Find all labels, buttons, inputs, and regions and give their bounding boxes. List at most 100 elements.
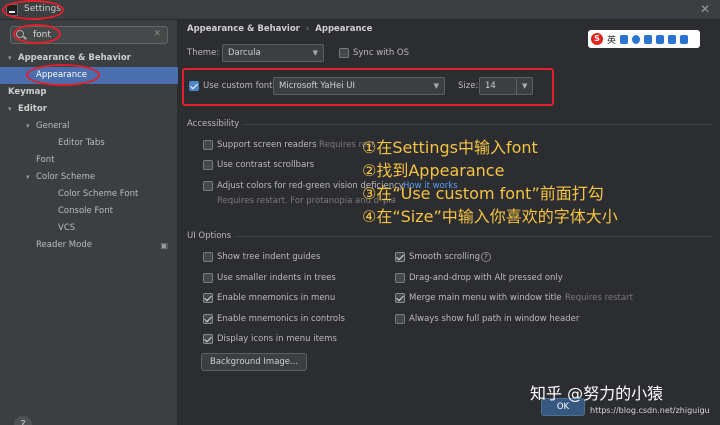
theme-select-value: Darcula [228, 48, 261, 58]
background-image-button[interactable]: Background Image... [201, 353, 308, 371]
ui-option-checkbox[interactable] [203, 272, 213, 283]
sidebar-item-label: Appearance & Behavior [18, 53, 131, 63]
screen-readers-label: Support screen readers [217, 140, 317, 150]
sidebar-item[interactable]: Font [0, 152, 178, 169]
chevron-down-icon: ▼ [312, 49, 318, 57]
divider [235, 236, 713, 237]
size-select[interactable]: 14 ▼ [479, 77, 533, 95]
sidebar-item-label: Reader Mode [36, 240, 92, 250]
ime-menu-icon[interactable] [680, 34, 689, 44]
size-select-value: 14 [485, 81, 496, 91]
size-label: Size: [458, 81, 479, 91]
sidebar-item[interactable]: Appearance [0, 67, 178, 84]
ime-emoji-icon[interactable] [632, 34, 641, 44]
sidebar-item-label: Editor Tabs [58, 138, 105, 148]
title-bar: Settings ✕ [0, 0, 720, 20]
ui-option-label: Enable mnemonics in controls [217, 313, 345, 324]
annotation-step: ③在“Use custom font”前面打勾 [362, 184, 604, 203]
ime-logo: S [591, 33, 603, 45]
theme-select[interactable]: Darcula ▼ [222, 44, 324, 62]
ui-option-label: Enable mnemonics in menu [217, 293, 336, 303]
sidebar-item[interactable]: ▾ Editor [0, 101, 178, 118]
ui-option-checkbox[interactable] [203, 313, 213, 324]
sync-os-label: Sync with OS [353, 48, 410, 58]
sidebar-item[interactable]: Console Font [0, 203, 178, 220]
ime-mode[interactable]: 英 [607, 33, 616, 46]
ime-toolbar: S 英 [588, 30, 700, 48]
close-icon[interactable]: ✕ [700, 2, 710, 16]
sidebar-item-label: Appearance [36, 70, 88, 80]
breadcrumb: Appearance & Behavior › Appearance [187, 24, 372, 34]
chevron-down-icon[interactable]: ▾ [26, 118, 36, 135]
ui-option-label: Display icons in menu items [217, 334, 337, 344]
sidebar-item[interactable]: ▾ Color Scheme [0, 169, 178, 186]
restart-note: Requires restart. For protanopia and d [217, 196, 380, 206]
custom-font-select[interactable]: Microsoft YaHei UI ▼ [273, 77, 445, 95]
accessibility-heading: Accessibility [187, 119, 240, 129]
ime-mic-icon[interactable] [644, 34, 653, 44]
sidebar-item[interactable]: Color Scheme Font [0, 186, 178, 203]
chevron-down-icon: ▼ [433, 82, 439, 90]
search-input-value: font [33, 30, 51, 40]
sidebar-item[interactable]: Reader Mode ▣ [0, 237, 178, 254]
sidebar-item[interactable]: ▾ General [0, 118, 178, 135]
clear-icon[interactable]: ✕ [153, 29, 161, 39]
help-icon[interactable]: ? [481, 252, 491, 262]
contrast-scrollbars-checkbox[interactable] [203, 160, 213, 170]
breadcrumb-parent[interactable]: Appearance & Behavior [187, 24, 300, 34]
sidebar-item[interactable]: Keymap [0, 84, 178, 101]
help-button[interactable]: ? [14, 416, 32, 425]
ui-option-label: Always show full path in window header [409, 313, 580, 324]
use-custom-font-label: Use custom font: [203, 81, 276, 91]
contrast-scrollbars-label: Use contrast scrollbars [217, 160, 315, 170]
sidebar-item-label: Color Scheme [36, 172, 96, 182]
sidebar-item-label: VCS [58, 223, 76, 233]
screen-readers-checkbox[interactable] [203, 140, 213, 150]
annotation-step: ②找到Appearance [362, 161, 505, 180]
ui-option-label: Drag-and-drop with Alt pressed only [409, 272, 563, 283]
ime-keyboard-icon[interactable] [656, 34, 665, 44]
sidebar-item-label: Color Scheme Font [58, 189, 139, 199]
theme-label: Theme: [187, 48, 220, 58]
sidebar-item[interactable]: Editor Tabs [0, 135, 178, 152]
ui-option-checkbox[interactable] [203, 252, 213, 262]
chevron-down-icon: ▼ [516, 78, 532, 94]
chevron-down-icon[interactable]: ▾ [8, 50, 18, 67]
ui-option-label: Use smaller indents in trees [217, 272, 336, 283]
merge-restart-note: Requires restart [565, 293, 633, 303]
ui-option-checkbox[interactable] [395, 272, 405, 283]
chevron-down-icon[interactable]: ▾ [8, 101, 18, 118]
ui-option-label: Show tree indent guides [217, 252, 321, 262]
ui-option-label: Merge main menu with window title [409, 293, 562, 303]
breadcrumb-current: Appearance [315, 24, 373, 34]
sidebar-item-label: Editor [18, 104, 47, 114]
ui-option-checkbox[interactable] [203, 293, 213, 303]
adjust-colors-checkbox[interactable] [203, 181, 213, 191]
ui-option-label: Smooth scrolling [409, 252, 480, 262]
ui-option-checkbox[interactable] [203, 334, 213, 344]
sidebar-item[interactable]: VCS [0, 220, 178, 237]
ui-option-checkbox[interactable] [395, 293, 405, 303]
ui-options-heading: UI Options [187, 231, 232, 241]
use-custom-font-checkbox[interactable] [189, 81, 199, 91]
window-title: Settings [24, 4, 61, 14]
custom-font-select-value: Microsoft YaHei UI [279, 81, 356, 91]
zhihu-watermark: 知乎 @努力的小猿 [530, 384, 664, 403]
ime-skin-icon[interactable] [668, 34, 677, 44]
search-input[interactable]: font ✕ [10, 26, 168, 44]
ime-punctuation-icon[interactable] [620, 34, 629, 44]
annotation-step: ④在“Size”中输入你喜欢的字体大小 [362, 207, 618, 226]
ui-option-checkbox[interactable] [395, 252, 405, 262]
copy-settings-icon: ▣ [160, 241, 168, 250]
sidebar-item-label: Font [36, 155, 55, 165]
divider [243, 124, 713, 125]
breadcrumb-separator: › [305, 24, 310, 34]
search-icon [16, 30, 24, 38]
ui-option-checkbox[interactable] [395, 313, 405, 324]
app-icon [6, 4, 18, 16]
annotation-step: ①在Settings中输入font [362, 138, 538, 157]
sidebar-item-label: Console Font [58, 206, 113, 216]
sync-os-checkbox[interactable] [339, 48, 349, 58]
sidebar-item[interactable]: ▾ Appearance & Behavior [0, 50, 178, 67]
chevron-down-icon[interactable]: ▾ [26, 169, 36, 186]
